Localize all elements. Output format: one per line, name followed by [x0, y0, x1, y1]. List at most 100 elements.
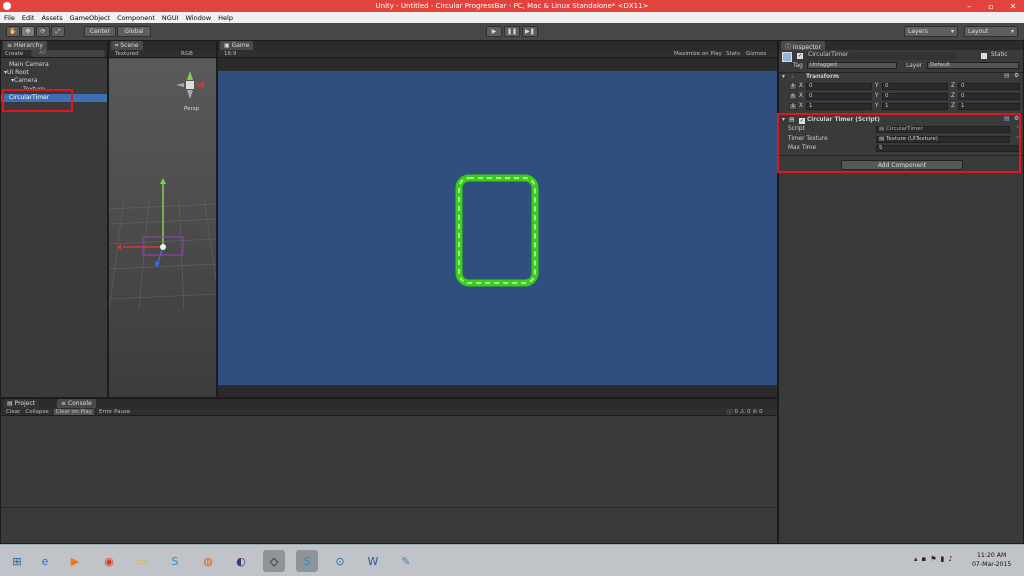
menu-ngui[interactable]: NGUI	[162, 14, 179, 22]
start-icon[interactable]: ⊞	[6, 550, 28, 572]
word-icon[interactable]: W	[362, 550, 384, 572]
volume-icon[interactable]: ♪	[948, 555, 952, 563]
rotation-x-label: X	[799, 93, 803, 99]
minimize-button[interactable]: –	[958, 0, 980, 12]
tag-dropdown[interactable]: Untagged	[807, 62, 897, 69]
menu-file[interactable]: File	[4, 14, 15, 22]
shading-dropdown[interactable]: Textured	[115, 51, 139, 57]
warning-icon[interactable]: ⚠	[740, 409, 745, 415]
pause-button[interactable]: ❚❚	[504, 26, 520, 37]
system-tray[interactable]: ▴ ▪ ⚑ ▮ ♪	[914, 555, 953, 563]
firefox-icon[interactable]: ◍	[197, 550, 219, 572]
persp-label: Persp	[184, 106, 200, 112]
tab-scene[interactable]: ⌗ Scene	[111, 41, 143, 50]
gizmos-dropdown[interactable]: Gizmos	[746, 51, 766, 57]
close-button[interactable]: ✕	[1002, 0, 1024, 12]
tab-project[interactable]: ▤ Project	[3, 399, 40, 408]
scale-x-field[interactable]: 1	[806, 103, 872, 110]
collapse-button[interactable]: Collapse	[25, 409, 48, 415]
unity-logo-icon	[3, 2, 11, 10]
media-icon[interactable]: ▶	[64, 550, 86, 572]
layout-dropdown[interactable]: Layout ▾	[964, 26, 1018, 37]
pivot-center-button[interactable]: Center	[84, 26, 116, 37]
hierarchy-item-main-camera[interactable]: Main Camera	[1, 61, 107, 69]
stats-toggle[interactable]: Stats	[726, 51, 740, 57]
hierarchy-search-input[interactable]: All	[31, 50, 105, 57]
step-button[interactable]: ▶❚	[522, 26, 538, 37]
play-button[interactable]: ▶	[486, 26, 502, 37]
position-button[interactable]: P	[789, 83, 797, 90]
ie-icon[interactable]: e	[34, 550, 56, 572]
position-z-field[interactable]: 0	[958, 83, 1020, 90]
info-icon[interactable]: ⓘ	[727, 408, 733, 416]
rotation-z-field[interactable]: 0	[958, 93, 1020, 100]
error-pause-toggle[interactable]: Error Pause	[99, 409, 130, 415]
menu-help[interactable]: Help	[218, 14, 233, 22]
maximize-button[interactable]: ▫	[980, 0, 1002, 12]
rotation-y-field[interactable]: 0	[882, 93, 948, 100]
scene-panel: ⌗ Scene Textured RGB Persp	[108, 40, 217, 398]
scene-gizmo-icon[interactable]	[171, 63, 211, 108]
scene-viewport[interactable]	[109, 59, 216, 397]
active-checkbox[interactable]: ✓	[797, 53, 803, 59]
paint-icon[interactable]: ✎	[395, 550, 417, 572]
remote-icon[interactable]: ⊙	[329, 550, 351, 572]
rgb-toggle[interactable]: RGB	[181, 51, 193, 57]
transform-settings-icon[interactable]: ⚙	[1014, 73, 1019, 79]
tab-inspector[interactable]: ⓘ Inspector	[781, 41, 825, 51]
static-checkbox[interactable]	[981, 53, 987, 59]
rotation-x-field[interactable]: 0	[806, 93, 872, 100]
tab-hierarchy[interactable]: ≡ Hierarchy	[3, 41, 47, 50]
network-icon[interactable]: ▮	[941, 555, 945, 563]
menu-assets[interactable]: Assets	[41, 14, 62, 22]
menu-edit[interactable]: Edit	[22, 14, 35, 22]
scale-tool-icon[interactable]: ⤢	[51, 26, 65, 37]
pivot-global-button[interactable]: Global	[117, 26, 151, 37]
transform-foldout-icon[interactable]: ▾	[782, 74, 785, 80]
transform-help-icon[interactable]: ▤	[1004, 73, 1009, 79]
rotate-tool-icon[interactable]: ⟳	[36, 26, 50, 37]
skype-blue-icon[interactable]: S	[296, 550, 318, 572]
position-y-field[interactable]: 0	[882, 83, 948, 90]
position-y-label: Y	[875, 83, 879, 89]
menu-component[interactable]: Component	[117, 14, 155, 22]
clock-date: 07-Mar-2015	[972, 561, 1012, 568]
layer-dropdown[interactable]: Default	[927, 62, 1019, 69]
menu-window[interactable]: Window	[186, 14, 212, 22]
chrome-icon[interactable]: ◉	[98, 550, 120, 572]
skype-icon[interactable]: S	[164, 550, 186, 572]
tray-app-icon[interactable]: ▪	[922, 555, 927, 563]
hand-tool-icon[interactable]: ✋	[6, 26, 20, 37]
clock[interactable]: 11:20 AM 07-Mar-2015	[972, 551, 1011, 569]
position-x-field[interactable]: 0	[806, 83, 872, 90]
aspect-dropdown[interactable]: 16:9	[224, 51, 236, 57]
menu-gameobject[interactable]: GameObject	[70, 14, 111, 22]
transform-icon: ⊥	[790, 74, 796, 80]
move-tool-icon[interactable]: ✥	[21, 26, 35, 37]
layers-dropdown[interactable]: Layers ▾	[904, 26, 958, 37]
maximize-on-play-toggle[interactable]: Maximize on Play	[674, 51, 722, 57]
tab-console[interactable]: ≡ Console	[57, 399, 96, 408]
flag-icon[interactable]: ⚑	[930, 555, 936, 563]
explorer-icon[interactable]: ▭	[131, 550, 153, 572]
unity-icon[interactable]: ◇	[263, 550, 285, 572]
eclipse-icon[interactable]: ◐	[230, 550, 252, 572]
clear-button[interactable]: Clear	[6, 409, 20, 415]
clock-time: 11:20 AM	[977, 552, 1007, 559]
scale-y-field[interactable]: 1	[882, 103, 948, 110]
create-dropdown[interactable]: Create	[5, 51, 23, 57]
tray-arrow-icon[interactable]: ▴	[914, 555, 918, 563]
scale-z-field[interactable]: 1	[958, 103, 1020, 110]
highlight-box	[2, 89, 73, 112]
layer-label: Layer	[906, 63, 923, 69]
tag-label: Tag	[793, 63, 803, 69]
tab-game[interactable]: ▣ Game	[220, 41, 254, 50]
error-icon[interactable]: ⊘	[752, 409, 757, 415]
rotation-button[interactable]: R	[789, 93, 797, 100]
hierarchy-item-ui-root[interactable]: ▾UI Root	[1, 69, 107, 77]
scale-button[interactable]: S	[789, 103, 797, 110]
object-name-field[interactable]: CircularTimer	[806, 52, 956, 60]
hierarchy-item-camera[interactable]: ▾Camera	[1, 77, 107, 85]
game-viewport[interactable]	[218, 71, 777, 385]
clear-on-play-toggle[interactable]: Clear on Play	[53, 408, 94, 415]
